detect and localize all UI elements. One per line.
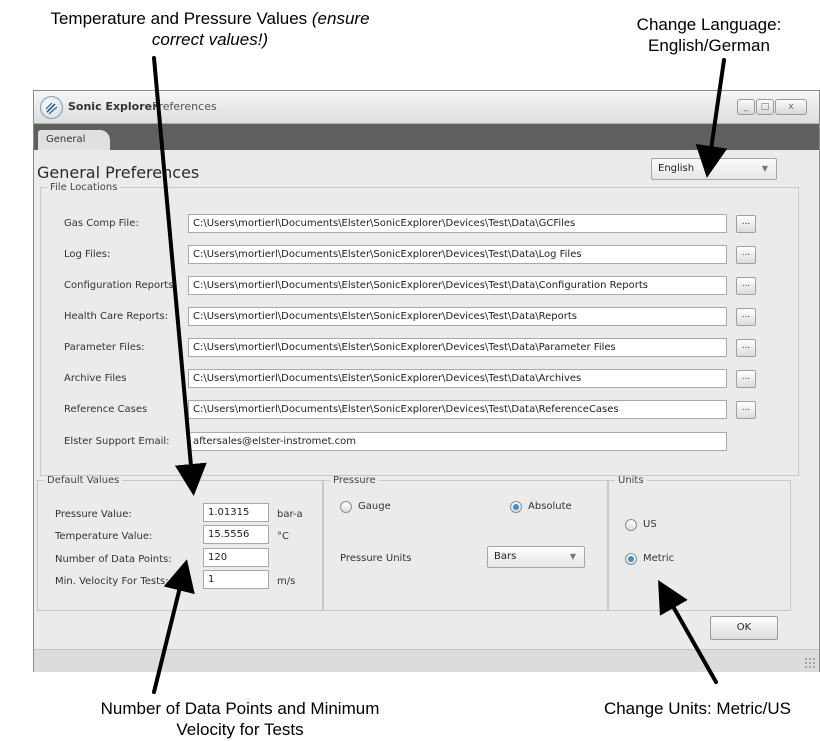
reference-cases-browse-button[interactable]: ... xyxy=(736,401,756,419)
resize-grip-icon[interactable] xyxy=(804,657,816,669)
file-locations-legend: File Locations xyxy=(50,182,118,193)
chevron-down-icon: ▼ xyxy=(761,164,768,173)
language-select-value: English xyxy=(658,163,695,174)
pressure-value-label: Pressure Value: xyxy=(55,509,132,520)
configuration-reports-browse-button[interactable]: ... xyxy=(736,277,756,295)
units-group: Units xyxy=(608,475,791,611)
pressure-value-unit: bar-a xyxy=(277,509,303,520)
data-points-label: Number of Data Points: xyxy=(55,554,172,565)
us-units-radio[interactable] xyxy=(625,519,637,531)
configuration-reports-field[interactable]: C:\Users\mortierl\Documents\Elster\Sonic… xyxy=(188,276,727,295)
annotation-data-points-line1: Number of Data Points and Minimum xyxy=(100,699,380,718)
reference-cases-field[interactable]: C:\Users\mortierl\Documents\Elster\Sonic… xyxy=(188,400,727,419)
archive-files-label: Archive Files xyxy=(64,373,127,384)
tab-strip: General xyxy=(34,124,819,150)
gas-comp-file-browse-button[interactable]: ... xyxy=(736,215,756,233)
reference-cases-label: Reference Cases xyxy=(64,404,148,415)
temperature-value-unit: °C xyxy=(277,531,289,542)
health-care-reports-browse-button[interactable]: ... xyxy=(736,308,756,326)
parameter-files-browse-button[interactable]: ... xyxy=(736,339,756,357)
annotation-temp-pressure-text: Temperature and Pressure Values xyxy=(50,9,312,28)
app-name: Sonic Explorer xyxy=(68,100,158,113)
page-title: General Preferences xyxy=(37,163,200,182)
annotation-units: Change Units: Metric/US xyxy=(575,698,820,719)
chevron-down-icon: ▼ xyxy=(569,552,576,561)
pressure-units-select[interactable]: Bars ▼ xyxy=(487,546,585,568)
min-velocity-unit: m/s xyxy=(277,576,296,587)
temperature-value-field[interactable]: 15.5556 xyxy=(203,525,269,544)
min-velocity-field[interactable]: 1 xyxy=(203,570,269,589)
parameter-files-field[interactable]: C:\Users\mortierl\Documents\Elster\Sonic… xyxy=(188,338,727,357)
ok-button[interactable]: OK xyxy=(710,616,778,640)
parameter-files-label: Parameter Files: xyxy=(64,342,145,353)
title-bar[interactable]: Sonic Explorer Preferences _ □ x xyxy=(34,91,819,124)
configuration-reports-label: Configuration Reports: xyxy=(64,280,177,291)
annotation-data-points-line2: Velocity for Tests xyxy=(176,720,304,739)
close-button[interactable]: x xyxy=(775,99,807,115)
annotation-temp-pressure-note: (ensure xyxy=(311,9,370,28)
annotation-language: Change Language: English/German xyxy=(600,14,818,56)
pressure-group: Pressure xyxy=(323,475,608,611)
annotation-temp-pressure-note-2: correct values!) xyxy=(151,30,269,49)
us-units-radio-label: US xyxy=(643,519,657,530)
metric-units-radio-label: Metric xyxy=(643,553,675,564)
minimize-button[interactable]: _ xyxy=(737,99,755,115)
gas-comp-file-field[interactable]: C:\Users\mortierl\Documents\Elster\Sonic… xyxy=(188,214,727,233)
pressure-value-field[interactable]: 1.01315 xyxy=(203,503,269,522)
tab-general[interactable]: General xyxy=(38,130,110,150)
gauge-radio-label: Gauge xyxy=(358,501,391,512)
archive-files-field[interactable]: C:\Users\mortierl\Documents\Elster\Sonic… xyxy=(188,369,727,388)
units-legend: Units xyxy=(618,475,644,486)
temperature-value-label: Temperature Value: xyxy=(55,531,153,542)
annotation-language-line1: Change Language: xyxy=(636,15,782,34)
window-title: Preferences xyxy=(152,100,217,113)
default-values-group: Default Values xyxy=(37,475,323,611)
annotation-units-line: Change Units: Metric/US xyxy=(603,699,792,718)
preferences-window: Sonic Explorer Preferences _ □ x General… xyxy=(33,90,820,672)
pressure-units-label: Pressure Units xyxy=(340,553,412,564)
absolute-radio-label: Absolute xyxy=(528,501,572,512)
language-select[interactable]: English ▼ xyxy=(651,158,777,180)
gas-comp-file-label: Gas Comp File: xyxy=(64,218,139,229)
log-files-label: Log Files: xyxy=(64,249,111,260)
support-email-label: Elster Support Email: xyxy=(64,436,170,447)
pressure-legend: Pressure xyxy=(333,475,376,486)
archive-files-browse-button[interactable]: ... xyxy=(736,370,756,388)
absolute-radio[interactable] xyxy=(510,501,522,513)
log-files-field[interactable]: C:\Users\mortierl\Documents\Elster\Sonic… xyxy=(188,245,727,264)
metric-units-radio[interactable] xyxy=(625,553,637,565)
health-care-reports-field[interactable]: C:\Users\mortierl\Documents\Elster\Sonic… xyxy=(188,307,727,326)
status-bar xyxy=(34,649,819,672)
sonic-explorer-logo-icon xyxy=(40,96,63,119)
health-care-reports-label: Health Care Reports: xyxy=(64,311,169,322)
default-values-legend: Default Values xyxy=(47,475,120,486)
data-points-field[interactable]: 120 xyxy=(203,548,269,567)
maximize-button[interactable]: □ xyxy=(756,99,774,115)
annotation-data-points: Number of Data Points and Minimum Veloci… xyxy=(60,698,420,740)
gauge-radio[interactable] xyxy=(340,501,352,513)
pressure-units-value: Bars xyxy=(494,551,517,562)
annotation-temp-pressure: Temperature and Pressure Values (ensure … xyxy=(0,8,420,50)
min-velocity-label: Min. Velocity For Tests: xyxy=(55,576,169,587)
support-email-field[interactable]: aftersales@elster-instromet.com xyxy=(188,432,727,451)
log-files-browse-button[interactable]: ... xyxy=(736,246,756,264)
annotation-language-line2: English/German xyxy=(648,36,770,55)
